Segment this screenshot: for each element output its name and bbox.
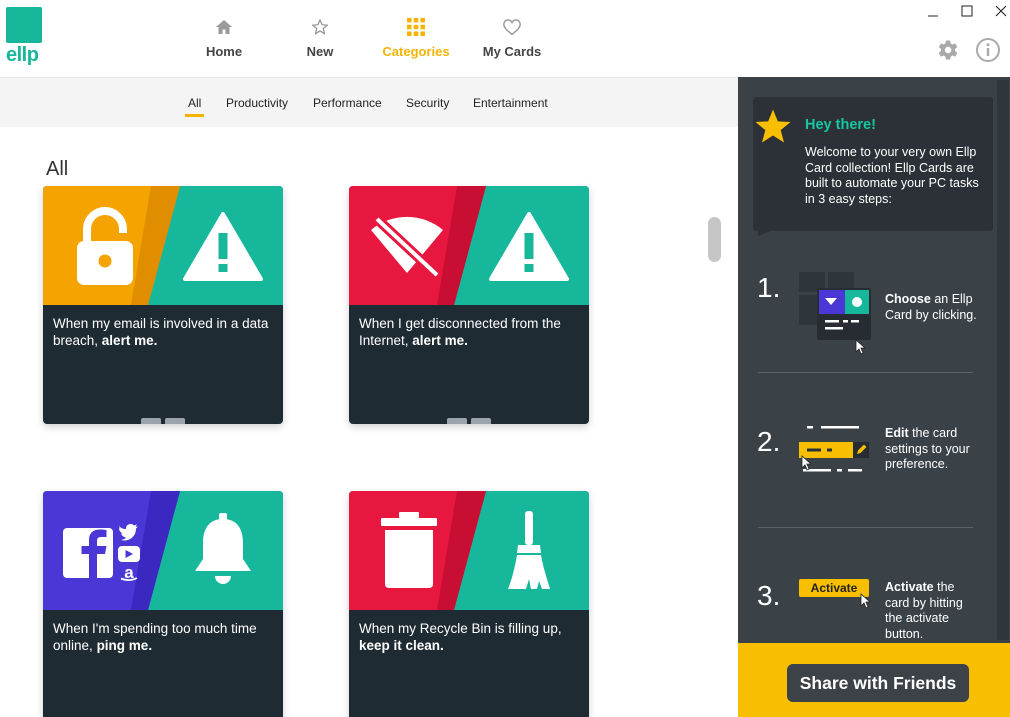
- maximize-button[interactable]: [950, 0, 984, 22]
- card-action: ping me.: [96, 638, 153, 653]
- minimize-button[interactable]: [916, 0, 950, 22]
- trash-bin-icon: [349, 491, 469, 610]
- card-internet-disconnect[interactable]: When I get disconnected from the Interne…: [349, 186, 589, 424]
- main-scrollbar-thumb[interactable]: [708, 217, 721, 262]
- nav-categories-label: Categories: [382, 44, 450, 59]
- gear-icon: [938, 40, 958, 60]
- nav-home[interactable]: Home: [174, 14, 274, 59]
- info-button[interactable]: [974, 36, 1002, 64]
- welcome-bubble: Hey there! Welcome to your very own Ellp…: [753, 97, 993, 231]
- card-banner: [349, 491, 589, 610]
- step-number: 3.: [757, 580, 781, 611]
- subtab-productivity[interactable]: Productivity: [226, 96, 288, 110]
- bell-icon: [163, 491, 283, 610]
- close-button[interactable]: [984, 0, 1010, 22]
- active-subtab-underline: [185, 114, 205, 117]
- home-icon: [174, 14, 274, 40]
- subtab-entertainment[interactable]: Entertainment: [473, 96, 548, 110]
- share-with-friends-button[interactable]: Share with Friends: [787, 664, 969, 702]
- subtab-all-label: All: [188, 96, 202, 110]
- section-title: All: [46, 158, 69, 180]
- subtab-performance[interactable]: Performance: [313, 96, 382, 110]
- step-1: 1. Choose an Ellp Card by clicking.: [757, 270, 987, 360]
- card-action: alert me.: [101, 333, 158, 348]
- step-3: 3. Activate Activate the card by hitting…: [757, 576, 987, 642]
- welcome-text: Welcome to your very own Ellp Card colle…: [805, 145, 979, 206]
- nav-my-cards[interactable]: My Cards: [462, 14, 562, 59]
- step-2: 2. Edit the card settings to your prefer…: [757, 420, 987, 490]
- card-banner: [349, 186, 589, 305]
- ellp-app-window: ellp Home New Categories My Cards All Pr…: [0, 0, 1010, 717]
- card-description: When my Recycle Bin is filling up, keep …: [359, 620, 581, 654]
- card-handles: [141, 418, 185, 424]
- mouse-cursor-icon: [860, 593, 872, 609]
- broom-icon: [469, 491, 589, 610]
- card-handles: [447, 418, 491, 424]
- nav-home-label: Home: [205, 44, 243, 59]
- activate-illustration: Activate: [799, 579, 872, 609]
- heart-outline-icon: [462, 14, 562, 40]
- wifi-off-icon: [349, 186, 467, 305]
- step-number: 2.: [757, 426, 781, 457]
- category-subtabs: All Productivity Performance Security En…: [0, 77, 738, 127]
- info-icon: [976, 38, 1000, 62]
- choose-card-illustration: [799, 270, 879, 361]
- card-text: When I'm spending too much time online,: [53, 621, 257, 653]
- step-divider: [758, 527, 973, 528]
- edit-card-illustration: [799, 424, 873, 483]
- close-icon: [995, 5, 1007, 17]
- unlocked-padlock-icon: [45, 186, 165, 305]
- settings-button[interactable]: [933, 36, 961, 64]
- step-number: 1.: [757, 272, 781, 303]
- card-action: keep it clean.: [359, 638, 444, 653]
- nav-new-label: New: [306, 44, 334, 59]
- greeting: Hey there!: [805, 117, 876, 133]
- card-description: When I get disconnected from the Interne…: [359, 315, 581, 349]
- star-outline-icon: [270, 14, 370, 40]
- subtab-all[interactable]: All: [185, 96, 205, 117]
- card-banner: a: [43, 491, 283, 610]
- warning-icon: [469, 186, 589, 305]
- card-email-breach[interactable]: When my email is involved in a data brea…: [43, 186, 283, 424]
- maximize-icon: [961, 5, 973, 17]
- logo-square: [6, 7, 42, 43]
- grid-icon: [366, 14, 466, 40]
- subtab-security[interactable]: Security: [406, 96, 449, 110]
- card-text: When my email is involved in a data brea…: [53, 316, 269, 348]
- sidebar-scrollbar[interactable]: [997, 80, 1009, 640]
- activate-badge: Activate: [799, 579, 869, 597]
- logo-text: ellp: [6, 44, 39, 66]
- minimize-icon: [928, 15, 938, 17]
- card-description: When my email is involved in a data brea…: [53, 315, 275, 349]
- step-divider: [758, 372, 973, 373]
- share-footer: Share with Friends: [738, 643, 1010, 717]
- card-banner: [43, 186, 283, 305]
- step-1-text: Choose an Ellp Card by clicking.: [885, 292, 977, 322]
- card-time-online[interactable]: a When I'm spending too much time online…: [43, 491, 283, 717]
- nav-categories[interactable]: Categories: [366, 14, 466, 59]
- card-text: When my Recycle Bin is filling up,: [359, 621, 562, 636]
- nav-my-cards-label: My Cards: [482, 44, 542, 59]
- step-2-text: Edit the card settings to your preferenc…: [885, 426, 970, 471]
- social-media-icon: a: [43, 491, 161, 610]
- star-icon: [753, 107, 793, 152]
- step-3-text: Activate the card by hitting the activat…: [885, 580, 963, 641]
- card-recycle-bin[interactable]: When my Recycle Bin is filling up, keep …: [349, 491, 589, 717]
- ellp-logo[interactable]: ellp: [6, 7, 42, 67]
- card-description: When I'm spending too much time online, …: [53, 620, 275, 654]
- warning-icon: [163, 186, 283, 305]
- nav-new[interactable]: New: [270, 14, 370, 59]
- top-bar: ellp Home New Categories My Cards: [0, 0, 1010, 77]
- card-action: alert me.: [412, 333, 468, 348]
